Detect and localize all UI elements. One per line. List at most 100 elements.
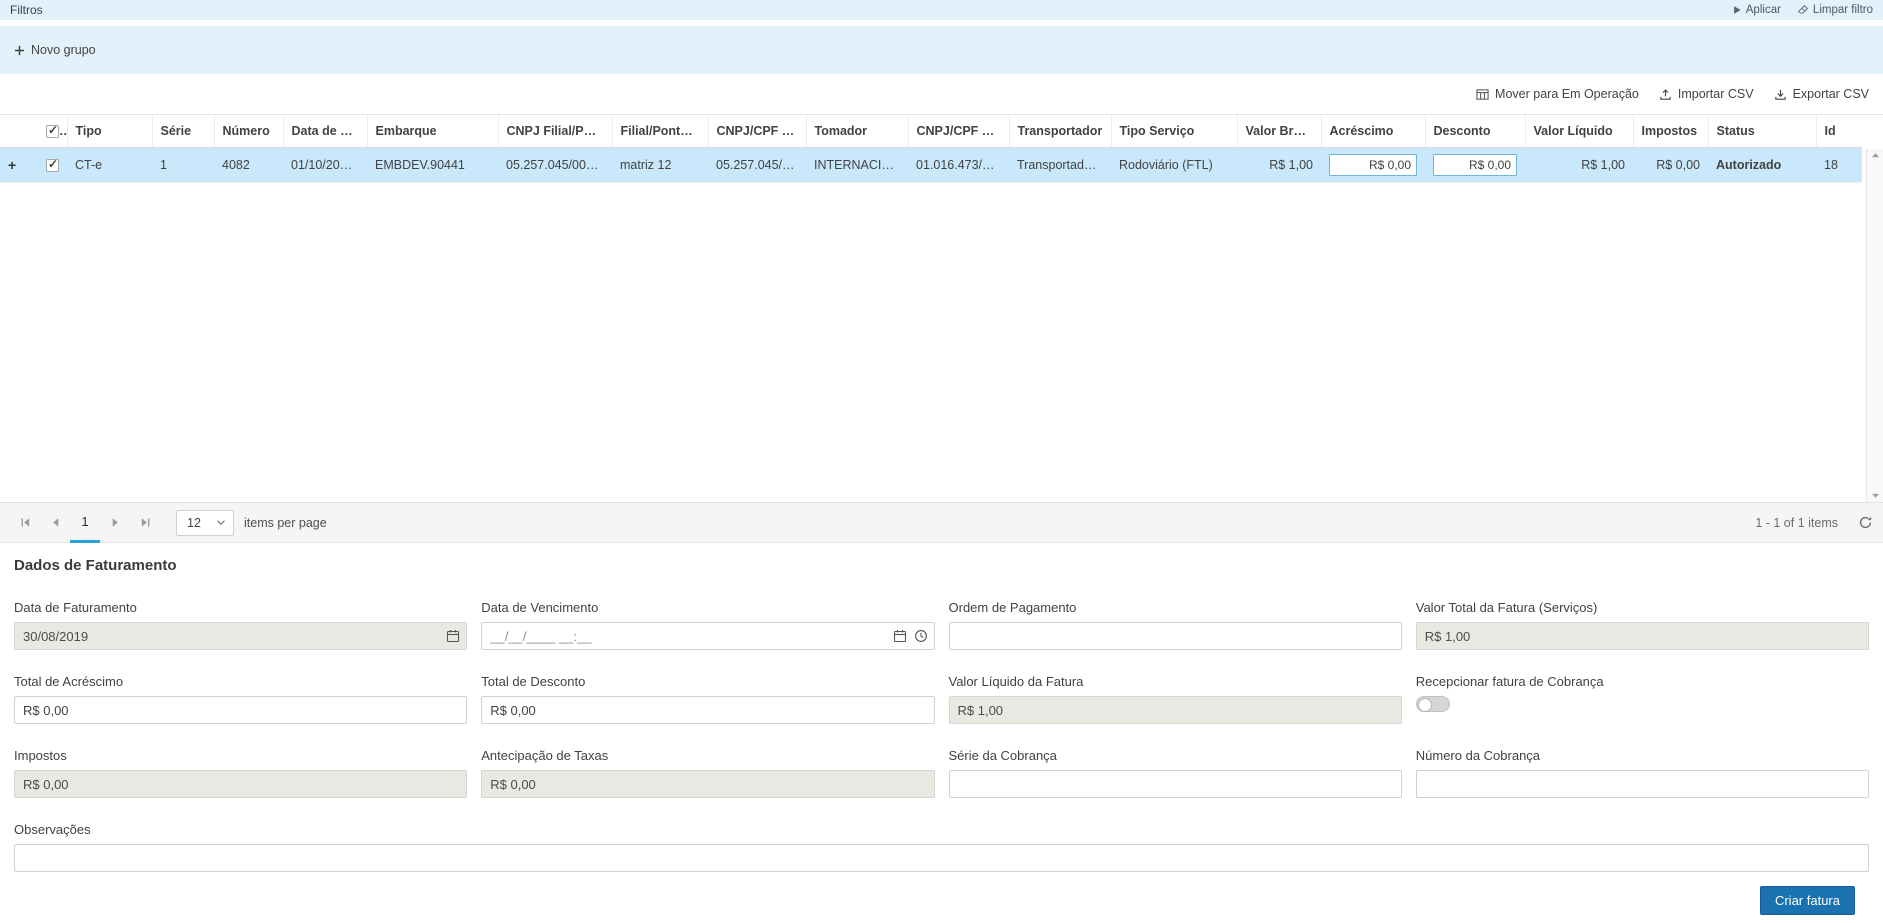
impostos-label: Impostos: [14, 748, 467, 763]
expand-row-icon[interactable]: [8, 157, 16, 173]
scroll-up-icon[interactable]: [1871, 152, 1880, 158]
column-serie[interactable]: Série: [152, 115, 214, 148]
cell-cnpj-transportador: 01.016.473/0001-40: [908, 148, 1009, 183]
column-numero[interactable]: Número: [214, 115, 283, 148]
status-badge: Autorizado: [1708, 148, 1816, 183]
serie-cobranca-input[interactable]: [949, 770, 1402, 798]
column-status[interactable]: Status: [1708, 115, 1816, 148]
clear-filter-label: Limpar filtro: [1813, 4, 1873, 16]
move-to-operation-button[interactable]: Mover para Em Operação: [1476, 87, 1639, 101]
previous-page-button[interactable]: [40, 503, 70, 543]
cell-cnpj-filial: 05.257.045/0001-60: [498, 148, 612, 183]
table-icon: [1476, 88, 1489, 101]
pager: 1 12 items per page 1 - 1 of 1 items: [0, 502, 1883, 543]
first-page-button[interactable]: [10, 503, 40, 543]
column-transportador[interactable]: Transportador: [1009, 115, 1111, 148]
vertical-scrollbar[interactable]: [1866, 149, 1883, 502]
filter-actions: Aplicar Limpar filtro: [1732, 4, 1873, 16]
move-to-operation-label: Mover para Em Operação: [1495, 87, 1639, 101]
app-window: Filtros Aplicar Limpar filtro Novo grupo: [0, 0, 1883, 923]
table-row[interactable]: CT-e 1 4082 01/10/2018 11:07 EMBDEV.9044…: [0, 148, 1862, 183]
data-faturamento-input[interactable]: [14, 622, 467, 650]
recepcionar-toggle[interactable]: [1416, 696, 1450, 712]
column-tipo[interactable]: Tipo: [67, 115, 152, 148]
last-page-button[interactable]: [130, 503, 160, 543]
numero-cobranca-label: Número da Cobrança: [1416, 748, 1869, 763]
export-csv-button[interactable]: Exportar CSV: [1774, 87, 1869, 101]
column-tipo-servico[interactable]: Tipo Serviço: [1111, 115, 1237, 148]
calendar-icon[interactable]: [446, 629, 460, 643]
row-desconto-input[interactable]: [1433, 154, 1517, 176]
import-csv-button[interactable]: Importar CSV: [1659, 87, 1754, 101]
field-serie-cobranca: Série da Cobrança: [949, 748, 1402, 798]
column-cnpj-tomador[interactable]: CNPJ/CPF Tomador: [708, 115, 806, 148]
cell-data-emissao: 01/10/2018 11:07: [283, 148, 367, 183]
total-desconto-input[interactable]: [481, 696, 934, 724]
column-cnpj-filial[interactable]: CNPJ Filial/Ponto de ...: [498, 115, 612, 148]
impostos-input[interactable]: [14, 770, 467, 798]
data-vencimento-label: Data de Vencimento: [481, 600, 934, 615]
billing-title: Dados de Faturamento: [14, 557, 1869, 574]
upload-icon: [1659, 88, 1672, 101]
column-impostos[interactable]: Impostos: [1633, 115, 1708, 148]
next-page-button[interactable]: [100, 503, 130, 543]
column-tomador[interactable]: Tomador: [806, 115, 908, 148]
row-acrescimo-input[interactable]: [1329, 154, 1417, 176]
data-vencimento-input[interactable]: [481, 622, 934, 650]
column-id[interactable]: Id: [1816, 115, 1862, 148]
total-acrescimo-input[interactable]: [14, 696, 467, 724]
field-total-acrescimo: Total de Acréscimo: [14, 674, 467, 724]
ordem-pagamento-label: Ordem de Pagamento: [949, 600, 1402, 615]
cell-tipo-servico: Rodoviário (FTL): [1111, 148, 1237, 183]
data-faturamento-label: Data de Faturamento: [14, 600, 467, 615]
row-checkbox[interactable]: [46, 159, 59, 172]
toggle-knob: [1418, 698, 1432, 712]
column-valor-bruto[interactable]: Valor Bruto: [1237, 115, 1321, 148]
page-size-select[interactable]: 12: [176, 510, 234, 536]
new-group-label: Novo grupo: [31, 43, 96, 57]
column-valor-liquido[interactable]: Valor Líquido: [1525, 115, 1633, 148]
grid-header-row: Tipo Série Número Data de Emiss... Embar…: [0, 115, 1862, 148]
chevron-down-icon: [216, 519, 226, 526]
valor-liquido-label: Valor Líquido da Fatura: [949, 674, 1402, 689]
select-all-checkbox[interactable]: [46, 125, 59, 138]
cell-acrescimo: [1321, 148, 1425, 183]
clear-filter-button[interactable]: Limpar filtro: [1797, 4, 1873, 16]
column-cnpj-transportador[interactable]: CNPJ/CPF Transp...: [908, 115, 1009, 148]
recepcionar-label: Recepcionar fatura de Cobrança: [1416, 674, 1869, 689]
column-data-emissao[interactable]: Data de Emiss...: [283, 115, 367, 148]
cell-valor-liquido: R$ 1,00: [1525, 148, 1633, 183]
antecipacao-input[interactable]: [481, 770, 934, 798]
cell-expand: [0, 148, 38, 183]
clock-icon[interactable]: [914, 629, 928, 643]
cell-select: [38, 148, 67, 183]
serie-cobranca-label: Série da Cobrança: [949, 748, 1402, 763]
column-desconto[interactable]: Desconto: [1425, 115, 1525, 148]
scroll-down-icon[interactable]: [1871, 493, 1880, 499]
numero-cobranca-input[interactable]: [1416, 770, 1869, 798]
current-page-button[interactable]: 1: [70, 503, 100, 543]
refresh-icon[interactable]: [1858, 515, 1873, 530]
cell-numero: 4082: [214, 148, 283, 183]
apply-filter-button[interactable]: Aplicar: [1732, 4, 1781, 16]
play-icon: [1732, 5, 1742, 15]
ordem-pagamento-input[interactable]: [949, 622, 1402, 650]
select-all-header[interactable]: [38, 115, 67, 148]
valor-total-input[interactable]: [1416, 622, 1869, 650]
cell-cnpj-tomador: 05.257.045/0001-60: [708, 148, 806, 183]
cell-id: 18: [1816, 148, 1862, 183]
column-embarque[interactable]: Embarque: [367, 115, 498, 148]
cell-transportador: Transportador 01: [1009, 148, 1111, 183]
valor-liquido-input[interactable]: [949, 696, 1402, 724]
column-filial[interactable]: Filial/Ponto de O...: [612, 115, 708, 148]
calendar-icon[interactable]: [893, 629, 907, 643]
cell-desconto: [1425, 148, 1525, 183]
cell-tomador: INTERNACIONAL E ...: [806, 148, 908, 183]
column-acrescimo[interactable]: Acréscimo: [1321, 115, 1425, 148]
field-data-vencimento: Data de Vencimento: [481, 600, 934, 650]
observacoes-input[interactable]: [14, 844, 1869, 872]
new-group-button[interactable]: Novo grupo: [14, 43, 96, 57]
apply-filter-label: Aplicar: [1746, 4, 1781, 16]
criar-fatura-button[interactable]: Criar fatura: [1760, 886, 1855, 915]
pager-info-area: 1 - 1 of 1 items: [1755, 515, 1873, 530]
